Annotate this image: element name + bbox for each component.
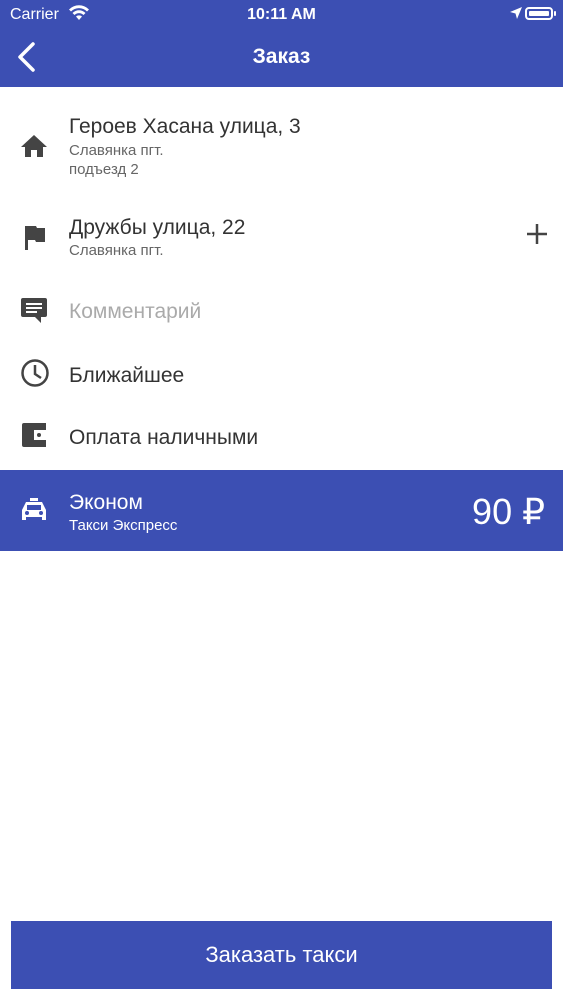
pickup-city: Славянка пгт. [69,142,164,159]
comment-input[interactable]: Комментарий [69,300,201,324]
taxi-icon [20,497,48,528]
clock-icon [20,358,50,393]
destination-city: Славянка пгт. [69,242,164,259]
plus-icon [527,224,547,244]
pickup-address-row[interactable]: Героев Хасана улица, 3 Славянка пгт. под… [0,110,563,190]
payment-row[interactable]: Оплата наличными [0,416,563,458]
comment-row[interactable]: Комментарий [0,290,563,334]
time-row[interactable]: Ближайшее [0,354,563,396]
flag-icon [23,225,47,256]
battery-tip [554,11,556,16]
page-title: Заказ [252,45,311,68]
destination-address-row[interactable]: Дружбы улица, 22 Славянка пгт. [0,210,563,270]
home-icon [20,134,48,163]
tariff-name: Эконом [69,491,143,514]
add-stop-button[interactable] [525,222,549,246]
battery-icon [525,7,553,20]
wallet-icon [21,422,49,453]
pickup-street: Героев Хасана улица, 3 [69,115,301,138]
app-header: Carrier 10:11 AM Заказ [0,0,563,87]
location-arrow-icon [509,6,523,25]
status-bar: Carrier 10:11 AM [0,0,563,30]
tariff-price: 90 ₽ [472,491,545,532]
payment-label: Оплата наличными [69,426,259,449]
tariff-row[interactable]: Эконом Такси Экспресс 90 ₽ [0,470,563,551]
comment-icon [20,296,48,329]
pickup-entrance: подъезд 2 [69,161,139,178]
order-taxi-button[interactable]: Заказать такси [11,921,552,989]
clock: 10:11 AM [247,6,316,23]
time-label: Ближайшее [69,364,185,387]
destination-street: Дружбы улица, 22 [69,216,246,239]
tariff-company: Такси Экспресс [69,517,178,534]
